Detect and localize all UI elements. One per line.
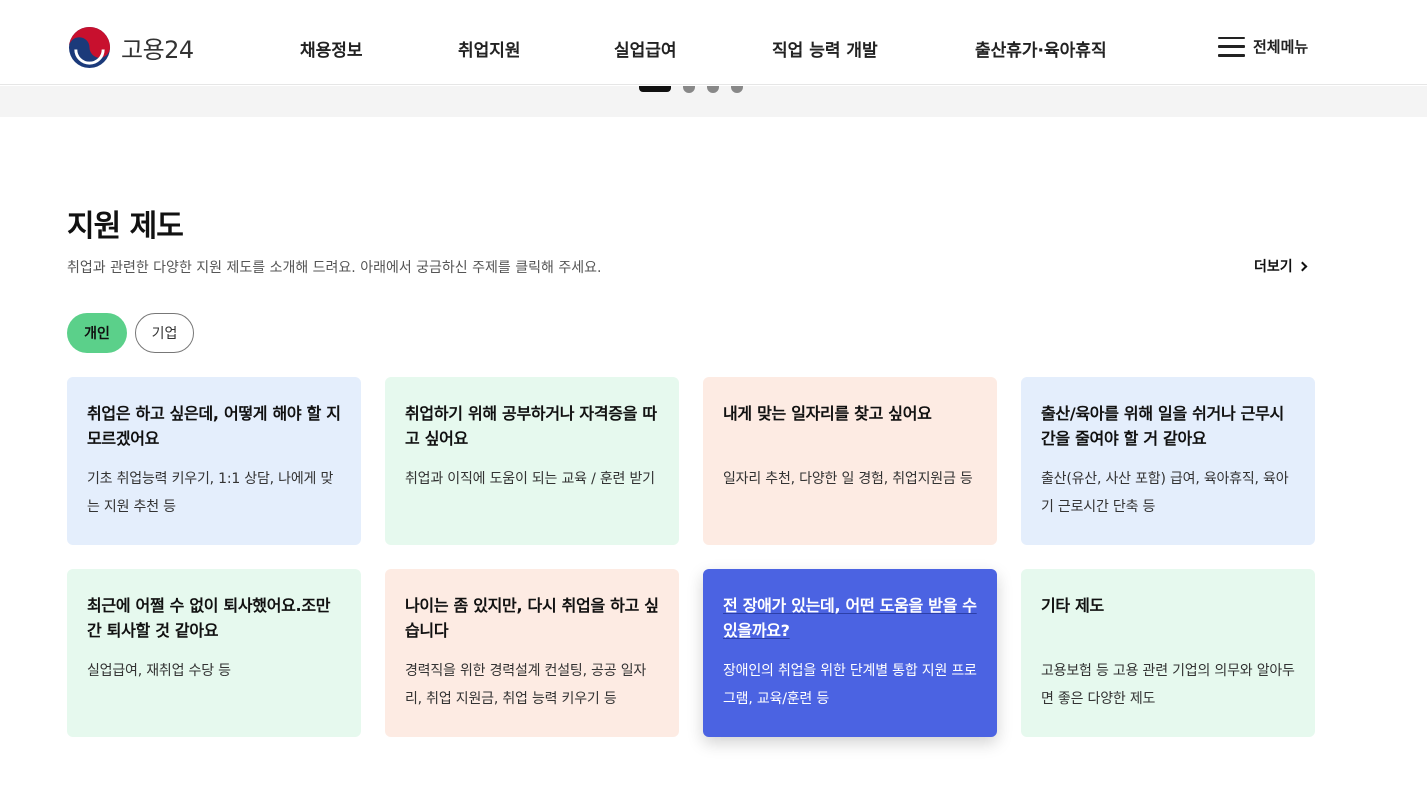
card-title: 기타 제도 [1041,596,1104,615]
taegeuk-logo-icon [68,26,111,69]
section-title: 지원 제도 [67,209,184,244]
hamburger-icon [1218,36,1245,57]
support-card[interactable]: 나이는 좀 있지만, 다시 취업을 하고 싶습니다 경력직을 위한 경력설계 컨… [385,569,679,737]
card-description: 일자리 추천, 다양한 일 경험, 취업지원금 등 [723,471,973,487]
carousel-dot[interactable] [731,86,743,93]
banner-strip [0,86,1427,117]
card-description: 출산(유산, 사산 포함) 급여, 육아휴직, 육아기 근로시간 단축 등 [1041,471,1289,515]
carousel-dot[interactable] [639,86,671,92]
tab-company[interactable]: 기업 [135,313,194,353]
nav-item-vocational-training[interactable]: 직업 능력 개발 [772,36,878,61]
site-logo[interactable]: 고용24 [68,26,194,69]
card-title: 나이는 좀 있지만, 다시 취업을 하고 싶습니다 [405,596,659,640]
more-link[interactable]: 더보기 [1254,256,1308,276]
support-card-hovered[interactable]: 전 장애가 있는데, 어떤 도움을 받을 수 있을까요? 장애인의 취업을 위한… [703,569,997,737]
site-header: 고용24 채용정보 취업지원 실업급여 직업 능력 개발 출산휴가·육아휴직 전… [0,0,1427,85]
more-link-label: 더보기 [1254,259,1293,275]
card-description: 고용보험 등 고용 관련 기업의 의무와 알아두면 좋은 다양한 제도 [1041,663,1295,707]
card-title: 전 장애가 있는데, 어떤 도움을 받을 수 있을까요? [723,596,977,640]
support-card[interactable]: 출산/육아를 위해 일을 쉬거나 근무시간을 줄여야 할 거 같아요 출산(유산… [1021,377,1315,545]
support-card[interactable]: 취업하기 위해 공부하거나 자격증을 따고 싶어요 취업과 이직에 도움이 되는… [385,377,679,545]
section-description: 취업과 관련한 다양한 지원 제도를 소개해 드려요. 아래에서 궁금하신 주제… [67,260,602,276]
chevron-right-icon [1297,261,1308,272]
tab-individual[interactable]: 개인 [67,313,127,353]
card-description: 장애인의 취업을 위한 단계별 통합 지원 프로그램, 교육/훈련 등 [723,663,977,707]
nav-item-maternity-parental-leave[interactable]: 출산휴가·육아휴직 [975,36,1107,61]
support-card[interactable]: 취업은 하고 싶은데, 어떻게 해야 할 지 모르겠어요 기초 취업능력 키우기… [67,377,361,545]
card-title: 출산/육아를 위해 일을 쉬거나 근무시간을 줄여야 할 거 같아요 [1041,404,1284,448]
nav-item-jobs[interactable]: 채용정보 [300,36,363,61]
card-description: 실업급여, 재취업 수당 등 [87,663,231,679]
audience-tabs: 개인 기업 [67,313,194,353]
card-title: 내게 맞는 일자리를 찾고 싶어요 [723,404,932,423]
nav-item-employment-support[interactable]: 취업지원 [458,36,521,61]
support-card[interactable]: 내게 맞는 일자리를 찾고 싶어요 일자리 추천, 다양한 일 경험, 취업지원… [703,377,997,545]
all-menu-button[interactable]: 전체메뉴 [1218,36,1308,57]
carousel-indicator [639,86,743,93]
carousel-dot[interactable] [683,86,695,93]
card-title: 취업하기 위해 공부하거나 자격증을 따고 싶어요 [405,404,657,448]
card-description: 취업과 이직에 도움이 되는 교육 / 훈련 받기 [405,471,655,487]
nav-item-unemployment-benefit[interactable]: 실업급여 [614,36,677,61]
card-title: 취업은 하고 싶은데, 어떻게 해야 할 지 모르겠어요 [87,404,341,448]
card-description: 기초 취업능력 키우기, 1:1 상담, 나에게 맞는 지원 추천 등 [87,471,334,515]
card-description: 경력직을 위한 경력설계 컨설팅, 공공 일자리, 취업 지원금, 취업 능력 … [405,663,647,707]
carousel-dot[interactable] [707,86,719,93]
logo-text: 고용24 [121,36,194,64]
all-menu-label: 전체메뉴 [1253,38,1309,56]
support-card[interactable]: 기타 제도 고용보험 등 고용 관련 기업의 의무와 알아두면 좋은 다양한 제… [1021,569,1315,737]
card-title: 최근에 어쩔 수 없이 퇴사했어요.조만간 퇴사할 것 같아요 [87,596,331,640]
support-card[interactable]: 최근에 어쩔 수 없이 퇴사했어요.조만간 퇴사할 것 같아요 실업급여, 재취… [67,569,361,737]
